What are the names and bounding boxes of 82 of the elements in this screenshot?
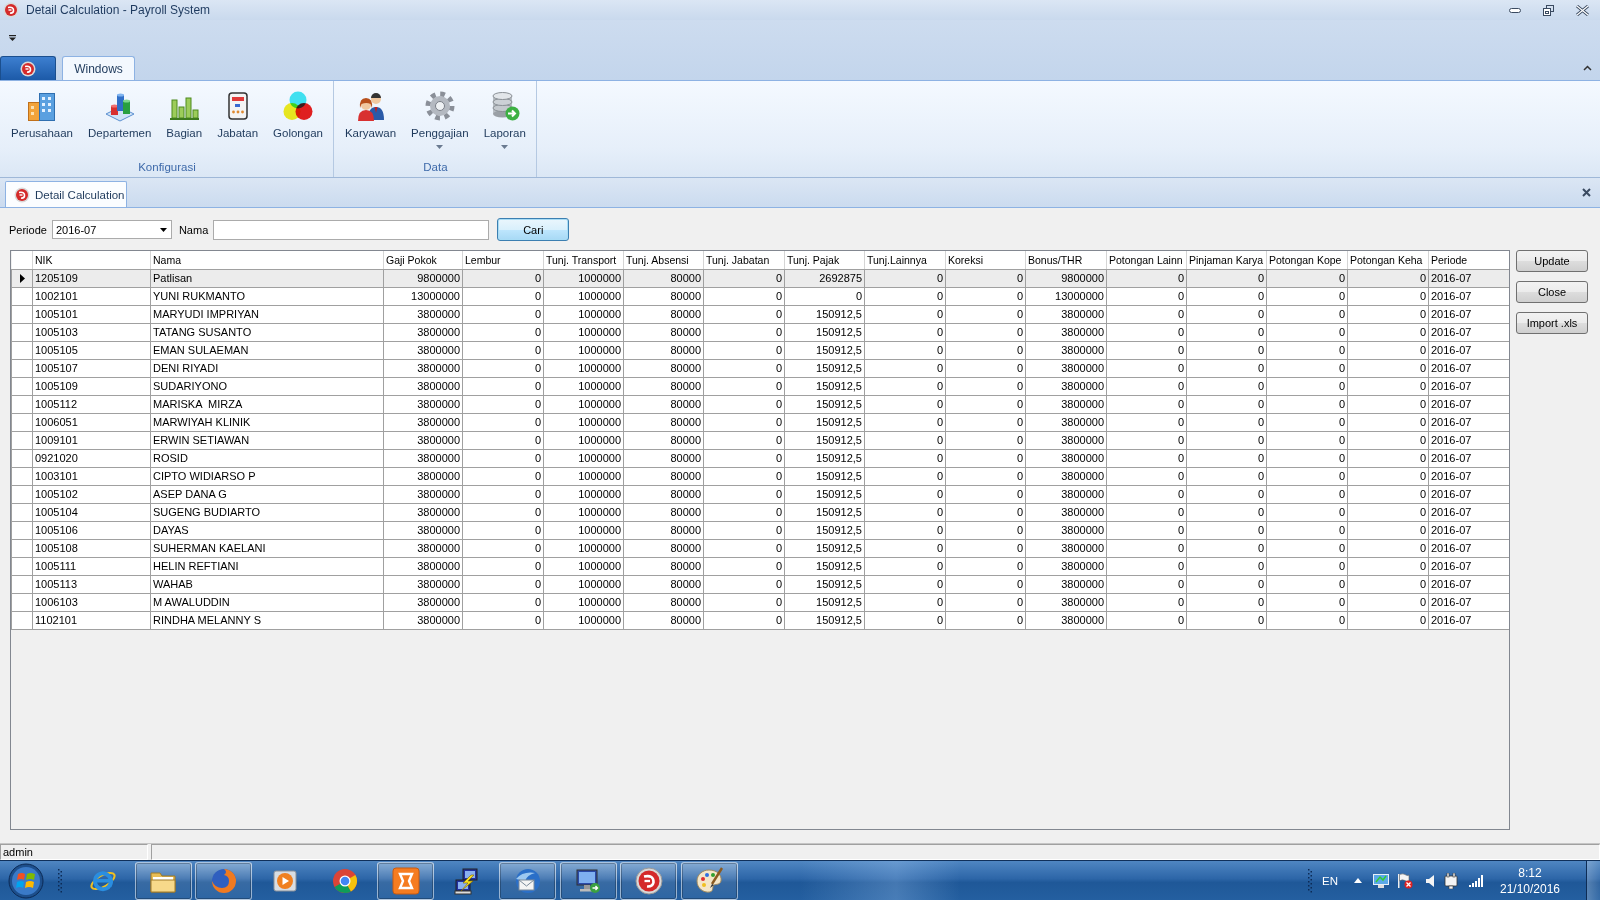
ribbon-button[interactable]: Golongan xyxy=(267,89,329,157)
caret-icon xyxy=(501,145,509,149)
column-header[interactable]: Tunj. Absensi xyxy=(623,251,704,269)
plug-icon[interactable] xyxy=(1444,872,1458,889)
action-button[interactable]: Import .xls xyxy=(1516,312,1588,334)
close-icon[interactable] xyxy=(1576,4,1589,16)
monitor-icon xyxy=(574,866,602,895)
flag-x-icon[interactable] xyxy=(1397,872,1413,889)
periode-dropdown[interactable]: 2016-07 xyxy=(51,220,172,239)
clock[interactable]: 8:12 21/10/2016 xyxy=(1500,861,1560,900)
ribbon-tab[interactable]: Windows xyxy=(62,56,135,80)
app-logo-icon xyxy=(20,60,36,77)
computers-bolt-icon[interactable] xyxy=(452,866,481,895)
column-header[interactable]: Potongan Keha xyxy=(1347,251,1429,269)
signal-icon[interactable] xyxy=(1469,874,1483,887)
application-button[interactable] xyxy=(0,56,56,80)
ribbon-group-label: Konfigurasi xyxy=(138,161,196,173)
grip-icon xyxy=(1308,868,1312,893)
column-header[interactable]: Koreksi xyxy=(945,251,1026,269)
column-header[interactable]: Tunj. Transport xyxy=(543,251,624,269)
ribbon-button[interactable]: Departemen xyxy=(82,89,158,157)
caret-icon xyxy=(436,145,444,149)
ribbon-button[interactable]: Karyawan xyxy=(338,89,403,157)
action-button[interactable]: Close xyxy=(1516,281,1588,303)
taskbar-button[interactable] xyxy=(559,861,617,900)
taskbar-button[interactable] xyxy=(377,861,435,900)
monitor-icon[interactable] xyxy=(1373,873,1389,888)
taskbar-button[interactable] xyxy=(195,861,253,900)
close-icon[interactable] xyxy=(1582,188,1591,197)
grip-icon xyxy=(58,868,62,893)
speaker-icon[interactable] xyxy=(1426,874,1434,887)
column-header[interactable]: Potongan Lainn xyxy=(1106,251,1187,269)
ribbon-button[interactable]: Bagian xyxy=(160,89,209,157)
segmented-circle-icon[interactable] xyxy=(331,866,360,895)
dropdown-caret-icon xyxy=(159,227,167,232)
start-orb-icon[interactable] xyxy=(8,862,44,899)
column-header[interactable]: Tunj.Lainnya xyxy=(864,251,946,269)
overlapping-circles-icon xyxy=(282,90,314,122)
taskbar-button[interactable] xyxy=(134,861,192,900)
column-header[interactable]: Nama xyxy=(150,251,384,269)
ribbon-group-label: Data xyxy=(423,161,448,173)
taskbar-button[interactable] xyxy=(498,861,556,900)
language-indicator[interactable]: EN xyxy=(1322,874,1340,887)
envelope-globe-icon xyxy=(513,866,542,895)
buildings-icon xyxy=(26,90,58,122)
gear-icon xyxy=(423,90,456,122)
periode-label: Periode xyxy=(9,223,47,236)
nama-field[interactable] xyxy=(213,219,490,240)
dropdown-arrow-icon[interactable] xyxy=(9,35,16,41)
show-desktop-button[interactable] xyxy=(1586,861,1600,900)
document-tab[interactable]: Detail Calculation xyxy=(5,181,127,207)
collapse-ribbon-icon[interactable] xyxy=(1583,65,1592,71)
taskbar-button[interactable] xyxy=(680,861,738,900)
column-header[interactable]: Periode xyxy=(1428,251,1509,269)
nama-label: Nama xyxy=(178,223,209,236)
ribbon-button[interactable]: Penggajian xyxy=(405,89,475,157)
column-header[interactable]: Bonus/THR xyxy=(1025,251,1107,269)
search-button[interactable]: Cari xyxy=(497,218,570,241)
status-panel: admin xyxy=(0,844,148,860)
column-header[interactable]: Gaji Pokok xyxy=(383,251,463,269)
ribbon-button[interactable]: Perusahaan xyxy=(5,89,80,157)
tile-logo-icon xyxy=(391,866,420,895)
ribbon-button[interactable]: Laporan xyxy=(477,89,532,157)
globe-swirl-icon xyxy=(209,866,238,895)
column-header[interactable]: Pinjaman Karya xyxy=(1186,251,1267,269)
app-logo-icon xyxy=(14,186,30,203)
window-title: Detail Calculation - Payroll System xyxy=(26,3,211,17)
row-pointer-icon xyxy=(19,273,25,283)
show-hidden-icon[interactable] xyxy=(1354,878,1362,883)
action-button[interactable]: Update xyxy=(1516,250,1588,272)
ribbon-button[interactable]: Jabatan xyxy=(211,89,265,157)
column-header[interactable]: Tunj. Pajak xyxy=(784,251,865,269)
app-logo-icon xyxy=(3,2,19,18)
column-header[interactable]: Tunj. Jabatan xyxy=(703,251,785,269)
column-header[interactable]: NIK xyxy=(32,251,151,269)
palette-icon xyxy=(695,866,724,895)
taskbar-button[interactable] xyxy=(620,861,678,900)
restore-icon[interactable] xyxy=(1543,4,1554,16)
app-logo-icon xyxy=(634,866,663,895)
minimize-icon[interactable] xyxy=(1509,7,1521,13)
column-header[interactable]: Potongan Kope xyxy=(1266,251,1348,269)
column-header[interactable]: Lembur xyxy=(462,251,544,269)
